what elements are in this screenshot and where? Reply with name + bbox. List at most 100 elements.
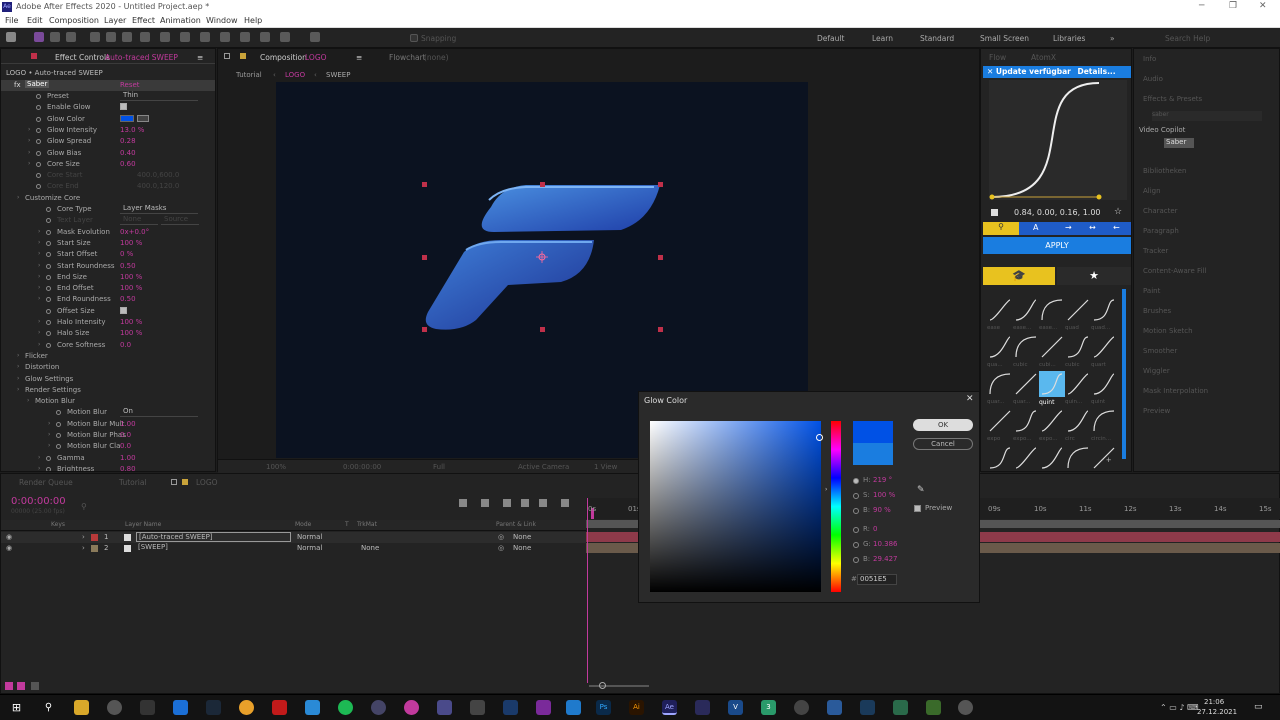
pen-tool-icon[interactable] <box>160 32 170 42</box>
expand-arrow-icon[interactable]: › <box>48 431 50 438</box>
right-panel-item[interactable]: Motion Sketch <box>1143 327 1280 339</box>
effect-property-row[interactable]: › Motion Blur <box>1 396 215 407</box>
file-explorer-icon[interactable] <box>74 700 89 715</box>
puppet-tool-icon[interactable] <box>280 32 290 42</box>
stopwatch-icon[interactable] <box>46 331 51 337</box>
cancel-button[interactable]: Cancel <box>913 438 973 450</box>
favorite-star-icon[interactable]: ☆ <box>1114 207 1122 217</box>
bezier-curve-editor[interactable] <box>989 80 1127 200</box>
effect-property-row[interactable]: Glow Color <box>1 114 215 125</box>
blue-radio[interactable] <box>853 557 859 563</box>
right-panel-item[interactable]: Wiggler <box>1143 367 1280 379</box>
word-icon[interactable] <box>503 700 518 715</box>
property-dropdown[interactable]: On <box>120 407 198 418</box>
expand-arrow-icon[interactable]: › <box>38 228 40 235</box>
eyedropper-icon[interactable] <box>137 114 149 122</box>
effect-property-row[interactable]: › Glow Spread 0.28 <box>1 136 215 147</box>
right-panel-item[interactable]: Character <box>1143 207 1280 219</box>
property-value[interactable]: 0.40 <box>120 149 136 157</box>
stopwatch-icon[interactable] <box>36 94 41 99</box>
trkmat-dropdown[interactable]: None <box>361 544 399 552</box>
ease-preset-button[interactable]: expo... <box>1013 408 1039 442</box>
apply-button[interactable]: APPLY <box>983 237 1131 254</box>
blue-value[interactable]: 29.427 <box>873 555 898 563</box>
property-value[interactable]: 0x+0.0° <box>120 228 149 236</box>
layer-label-color[interactable] <box>91 545 98 552</box>
right-panel-item[interactable]: Effects & Presets <box>1143 95 1280 107</box>
home-icon[interactable] <box>6 32 16 42</box>
bezier-values[interactable]: 0.84, 0.00, 0.16, 1.00 <box>1014 208 1101 217</box>
workspace-learn[interactable]: Learn <box>872 34 893 43</box>
menu-animation[interactable]: Animation <box>160 16 201 25</box>
arrow-both-icon[interactable]: ↔ <box>1089 223 1096 232</box>
right-panel-item[interactable]: Preview <box>1143 407 1280 419</box>
stopwatch-icon[interactable] <box>36 150 41 156</box>
github-icon[interactable] <box>794 700 809 715</box>
ease-preset-button[interactable]: quad... <box>1091 297 1117 331</box>
timecode-display[interactable]: 0:00:00:00 <box>11 496 66 507</box>
workspace-small-screen[interactable]: Small Screen <box>980 34 1029 43</box>
property-checkbox[interactable] <box>120 306 127 314</box>
mode-dropdown[interactable]: Normal <box>297 544 339 552</box>
ease-preset-button[interactable]: quint <box>1039 371 1065 406</box>
brightness-radio[interactable] <box>853 508 859 514</box>
expand-arrow-icon[interactable]: › <box>28 149 30 156</box>
expand-arrow-icon[interactable]: › <box>38 262 40 269</box>
right-panel-item[interactable]: Smoother <box>1143 347 1280 359</box>
effect-header-row[interactable]: fx Saber Reset <box>1 80 215 91</box>
stopwatch-icon[interactable] <box>46 252 51 258</box>
expand-arrow-icon[interactable]: › <box>38 284 40 291</box>
effect-property-row[interactable]: › Render Settings <box>1 385 215 396</box>
zoom-tool-icon[interactable] <box>66 32 76 42</box>
ease-preset-button[interactable]: circ <box>1065 408 1091 442</box>
pick-whip-icon[interactable]: ◎ <box>498 544 504 552</box>
spotify-icon[interactable] <box>338 700 353 715</box>
camera-dropdown[interactable]: Active Camera <box>518 463 569 471</box>
draft-3d-icon[interactable] <box>481 499 489 507</box>
ease-preset-button[interactable]: back <box>1013 445 1039 479</box>
menu-effect[interactable]: Effect <box>132 16 155 25</box>
effect-property-row[interactable]: › End Offset 100 % <box>1 283 215 294</box>
playhead[interactable] <box>587 498 588 683</box>
ease-preset-button[interactable]: quint <box>1091 371 1117 405</box>
anchor-icon[interactable]: A <box>1033 223 1038 232</box>
workspace-libraries[interactable]: Libraries <box>1053 34 1085 43</box>
onenote-icon[interactable] <box>536 700 551 715</box>
hex-input[interactable]: 0051E5 <box>857 574 897 585</box>
stopwatch-icon[interactable] <box>46 274 51 280</box>
hue-radio[interactable] <box>853 478 859 484</box>
workspace-default[interactable]: Default <box>817 34 844 43</box>
expand-arrow-icon[interactable]: › <box>82 544 85 552</box>
ok-button[interactable]: OK <box>913 419 973 431</box>
crumb-sweep[interactable]: SWEEP <box>326 71 350 79</box>
saturation-value[interactable]: 100 % <box>873 491 895 499</box>
brush-tool-icon[interactable] <box>200 32 210 42</box>
ease-preset-button[interactable]: ease <box>987 297 1013 331</box>
three-app-icon[interactable]: 3 <box>761 700 776 715</box>
effect-property-row[interactable]: Offset Size <box>1 306 215 317</box>
layer-row[interactable]: ◉ › 2 [SWEEP] Normal None ◎ None <box>1 543 586 554</box>
right-panel-item[interactable]: Brushes <box>1143 307 1280 319</box>
workspace-standard[interactable]: Standard <box>920 34 954 43</box>
app-icon-4[interactable] <box>926 700 941 715</box>
menu-layer[interactable]: Layer <box>104 16 126 25</box>
snapping-checkbox[interactable] <box>410 34 418 42</box>
roto-brush-icon[interactable] <box>260 32 270 42</box>
expand-arrow-icon[interactable]: › <box>38 318 40 325</box>
stopwatch-icon[interactable] <box>56 444 61 450</box>
property-dropdown[interactable]: Thin <box>120 91 198 101</box>
ease-preset-button[interactable]: cubic <box>1013 334 1039 368</box>
right-panel-item[interactable]: Video Copilot <box>1139 126 1279 138</box>
stopwatch-icon[interactable] <box>36 161 41 167</box>
browser-icon[interactable] <box>239 700 254 715</box>
ease-preset-button[interactable]: quar... <box>1013 371 1039 405</box>
red-radio[interactable] <box>853 527 859 533</box>
bbox-handle-bl[interactable] <box>422 327 427 332</box>
timeline-zoom-handle[interactable] <box>599 682 606 689</box>
right-panel-item[interactable]: Info <box>1143 55 1280 67</box>
netflix-icon[interactable] <box>272 700 287 715</box>
effect-property-row[interactable]: › Core Size 0.60 <box>1 159 215 170</box>
effect-property-row[interactable]: Text Layer None Source <box>1 215 215 226</box>
eraser-tool-icon[interactable] <box>240 32 250 42</box>
tutorial-tab[interactable]: Tutorial <box>119 478 147 487</box>
